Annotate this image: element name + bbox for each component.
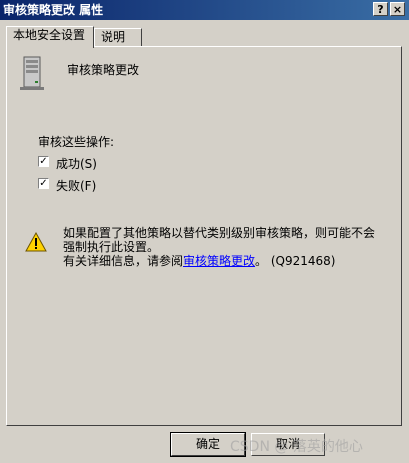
audit-operations-label: 审核这些操作: <box>38 135 115 149</box>
warning-prefix: 有关详细信息，请参阅 <box>63 254 184 268</box>
warning-message: 如果配置了其他策略以替代类别级别审核策略，则可能不会强制执行此设置。 有关详细信… <box>63 226 383 268</box>
help-button[interactable]: ? <box>373 2 388 16</box>
title-bar: 审核策略更改 属性 ? × <box>0 0 409 20</box>
warning-icon <box>25 232 47 252</box>
tab-explain[interactable]: 说明 <box>94 28 142 47</box>
failure-checkbox[interactable]: ✓ <box>38 178 49 189</box>
audit-policy-change-link[interactable]: 审核策略更改 <box>183 254 255 268</box>
window-title: 审核策略更改 属性 <box>3 3 104 17</box>
properties-dialog: 审核策略更改 属性 ? × 本地安全设置 说明 审核策略更改 审核这些操作: ✓… <box>0 0 409 463</box>
warning-suffix: 。 (Q921468) <box>255 254 336 268</box>
success-checkbox[interactable]: ✓ <box>38 156 49 167</box>
warning-line-1: 如果配置了其他策略以替代类别级别审核策略，则可能不会强制执行此设置。 <box>63 226 376 254</box>
close-button[interactable]: × <box>390 2 405 16</box>
success-label[interactable]: 成功(S) <box>56 155 97 172</box>
failure-label[interactable]: 失败(F) <box>56 177 96 194</box>
tab-local-security-setting[interactable]: 本地安全设置 <box>6 26 94 48</box>
warning-line-2: 有关详细信息，请参阅审核策略更改。 (Q921468) <box>63 254 383 268</box>
server-icon <box>20 56 44 90</box>
policy-name: 审核策略更改 <box>67 63 140 77</box>
watermark: CSDN @ 落英的他心 <box>230 439 363 455</box>
